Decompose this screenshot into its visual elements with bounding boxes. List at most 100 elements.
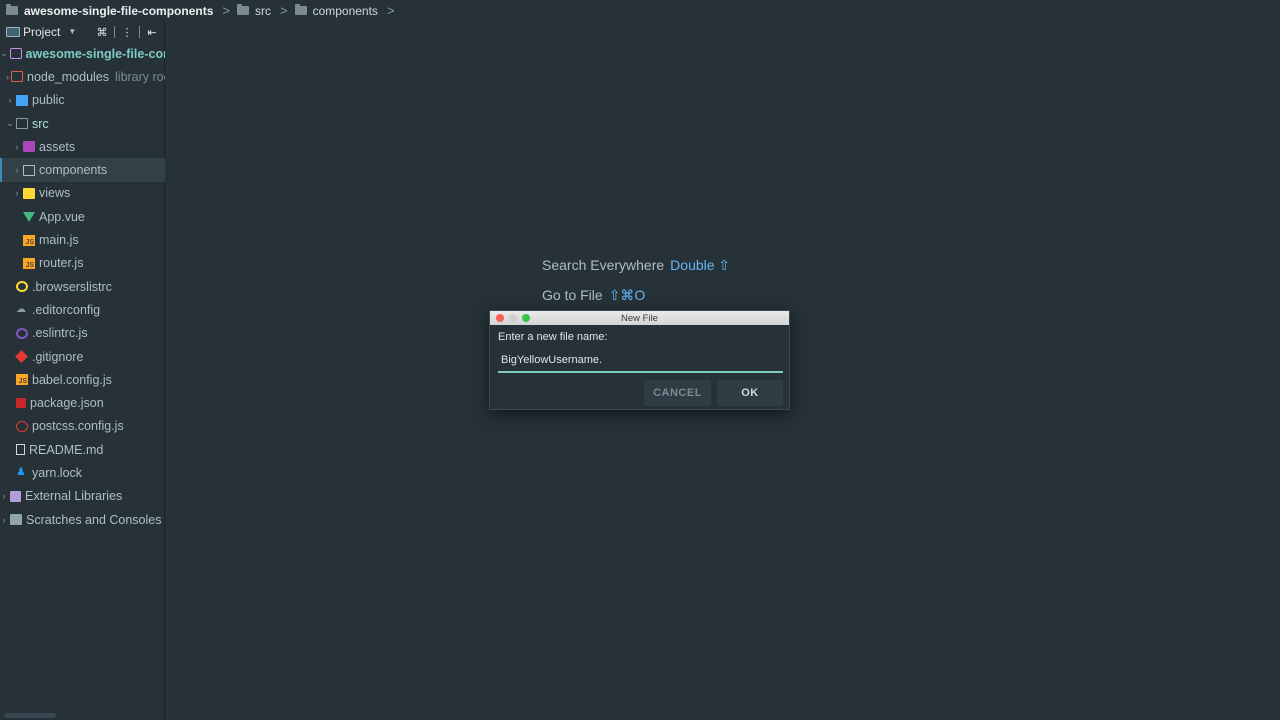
tree-item-label: postcss.config.js	[32, 419, 124, 434]
file-name-input[interactable]	[498, 349, 783, 373]
tree-item-label: awesome-single-file-con	[25, 46, 165, 61]
browserslist-icon	[16, 281, 28, 293]
more-options-icon[interactable]: ⋮	[119, 24, 135, 40]
tree-item-app-vue[interactable]: ›App.vue	[0, 205, 165, 228]
tree-item-package-json[interactable]: ›package.json	[0, 391, 165, 414]
tree-item-hint: library roo	[115, 69, 165, 84]
tree-item-views[interactable]: › views	[0, 182, 165, 205]
chevron-down-icon[interactable]: ⌄	[6, 118, 14, 129]
tree-item-browserslistrc[interactable]: ›.browserslistrc	[0, 275, 165, 298]
breadcrumb-item-components[interactable]: components	[313, 4, 378, 18]
js-file-icon: JS	[23, 257, 35, 269]
tree-item-src[interactable]: ⌄ src	[0, 112, 165, 135]
tree-item-label: src	[32, 116, 49, 131]
project-panel: Project ▼ ⌘ ⋮ ⇤ ⌄ awesome-single-file-con…	[0, 21, 165, 720]
tree-item-eslintrc[interactable]: ›.eslintrc.js	[0, 322, 165, 345]
tree-item-postcss-config[interactable]: ›postcss.config.js	[0, 415, 165, 438]
scratches-folder-icon	[10, 514, 22, 526]
tree-item-external-libraries[interactable]: › External Libraries	[0, 485, 165, 508]
chevron-right-icon[interactable]: ›	[6, 95, 14, 105]
minimize-window-icon	[509, 314, 517, 322]
tree-item-label: views	[39, 186, 71, 201]
tree-item-label: router.js	[39, 256, 84, 271]
yarn-icon: ♟	[16, 466, 26, 479]
folder-icon	[16, 118, 28, 130]
tree-item-label: main.js	[39, 233, 79, 248]
file-name-prompt: Enter a new file name:	[498, 331, 608, 343]
horizontal-scrollbar[interactable]	[4, 713, 56, 718]
chevron-right-icon: >	[279, 3, 288, 18]
panel-toolbar: ⌘ ⋮ ⇤	[90, 24, 160, 40]
tree-item-readme[interactable]: ›README.md	[0, 438, 165, 461]
git-icon	[15, 350, 28, 363]
chevron-right-icon: >	[386, 3, 395, 18]
js-file-icon: JS	[23, 234, 35, 246]
tree-item-node-modules[interactable]: › node_modules library roo	[0, 65, 165, 88]
toolbar-divider	[139, 26, 140, 38]
postcss-icon	[16, 420, 28, 432]
chevron-right-icon[interactable]: ›	[6, 72, 9, 82]
assets-folder-icon	[23, 141, 35, 153]
tree-item-root[interactable]: ⌄ awesome-single-file-con	[0, 42, 165, 65]
tree-item-label: .editorconfig	[32, 302, 101, 317]
library-icon	[10, 490, 21, 502]
chevron-down-icon[interactable]: ▼	[68, 27, 76, 36]
collapse-all-icon[interactable]: ⌘	[94, 24, 110, 40]
dialog-title: New File	[621, 312, 658, 324]
vue-file-icon	[23, 211, 35, 222]
tree-item-label: App.vue	[39, 209, 85, 224]
tree-item-label: .eslintrc.js	[32, 326, 88, 341]
ok-button[interactable]: OK	[717, 380, 783, 406]
tree-item-gitignore[interactable]: ›.gitignore	[0, 345, 165, 368]
views-folder-icon	[23, 187, 35, 199]
editorconfig-icon: ☁	[16, 304, 26, 316]
tree-item-public[interactable]: › public	[0, 89, 165, 112]
project-tree: ⌄ awesome-single-file-con › node_modules lib…	[0, 42, 165, 531]
goto-file-shortcut: ⇧⌘O	[608, 287, 646, 303]
tree-item-assets[interactable]: › assets	[0, 135, 165, 158]
project-view-selector[interactable]: Project	[23, 25, 60, 39]
tree-item-components[interactable]: › components	[0, 158, 165, 182]
tree-item-label: babel.config.js	[32, 372, 112, 387]
tree-item-editorconfig[interactable]: ›☁.editorconfig	[0, 298, 165, 321]
goto-file-hint: Go to File ⇧⌘O	[542, 287, 645, 304]
zoom-window-icon[interactable]	[522, 314, 530, 322]
chevron-right-icon[interactable]: ›	[13, 165, 21, 175]
project-icon	[6, 26, 20, 37]
tree-item-label: .browserslistrc	[32, 279, 112, 294]
folder-icon	[23, 164, 35, 176]
chevron-right-icon[interactable]: ›	[13, 188, 21, 198]
chevron-down-icon[interactable]: ⌄	[0, 48, 8, 59]
dialog-titlebar[interactable]: New File	[490, 311, 789, 325]
hide-panel-icon[interactable]: ⇤	[144, 24, 160, 40]
breadcrumb-item-src[interactable]: src	[255, 4, 271, 18]
search-everywhere-hint: Search Everywhere Double ⇧	[542, 257, 730, 274]
tree-item-yarn-lock[interactable]: ›♟yarn.lock	[0, 461, 165, 484]
folder-icon	[6, 4, 18, 15]
chevron-right-icon[interactable]: ›	[13, 142, 21, 152]
chevron-right-icon: >	[222, 3, 230, 18]
tree-item-label: .gitignore	[32, 349, 84, 364]
toolbar-divider	[114, 26, 115, 38]
tree-item-label: node_modules	[27, 69, 110, 84]
close-window-icon[interactable]	[496, 314, 504, 322]
project-root-icon	[9, 48, 22, 60]
npm-package-icon	[16, 398, 26, 409]
tree-item-babel-config[interactable]: ›JSbabel.config.js	[0, 368, 165, 391]
public-folder-icon	[16, 94, 28, 106]
breadcrumb: awesome-single-file-components > src > c…	[0, 0, 1280, 21]
chevron-right-icon[interactable]: ›	[0, 491, 8, 501]
tree-item-label: External Libraries	[25, 489, 123, 504]
chevron-right-icon[interactable]: ›	[0, 515, 8, 525]
tree-item-label: public	[32, 93, 65, 108]
tree-item-label: assets	[39, 139, 76, 154]
tree-item-label: Scratches and Consoles	[26, 512, 162, 527]
goto-file-label: Go to File	[542, 287, 603, 303]
tree-item-scratches[interactable]: › Scratches and Consoles	[0, 508, 165, 531]
tree-item-label: yarn.lock	[32, 465, 83, 480]
cancel-button[interactable]: CANCEL	[644, 380, 711, 406]
tree-item-main-js[interactable]: ›JSmain.js	[0, 228, 165, 251]
js-file-icon: JS	[16, 374, 28, 386]
breadcrumb-item-project[interactable]: awesome-single-file-components	[24, 4, 213, 18]
tree-item-router-js[interactable]: ›JSrouter.js	[0, 252, 165, 275]
